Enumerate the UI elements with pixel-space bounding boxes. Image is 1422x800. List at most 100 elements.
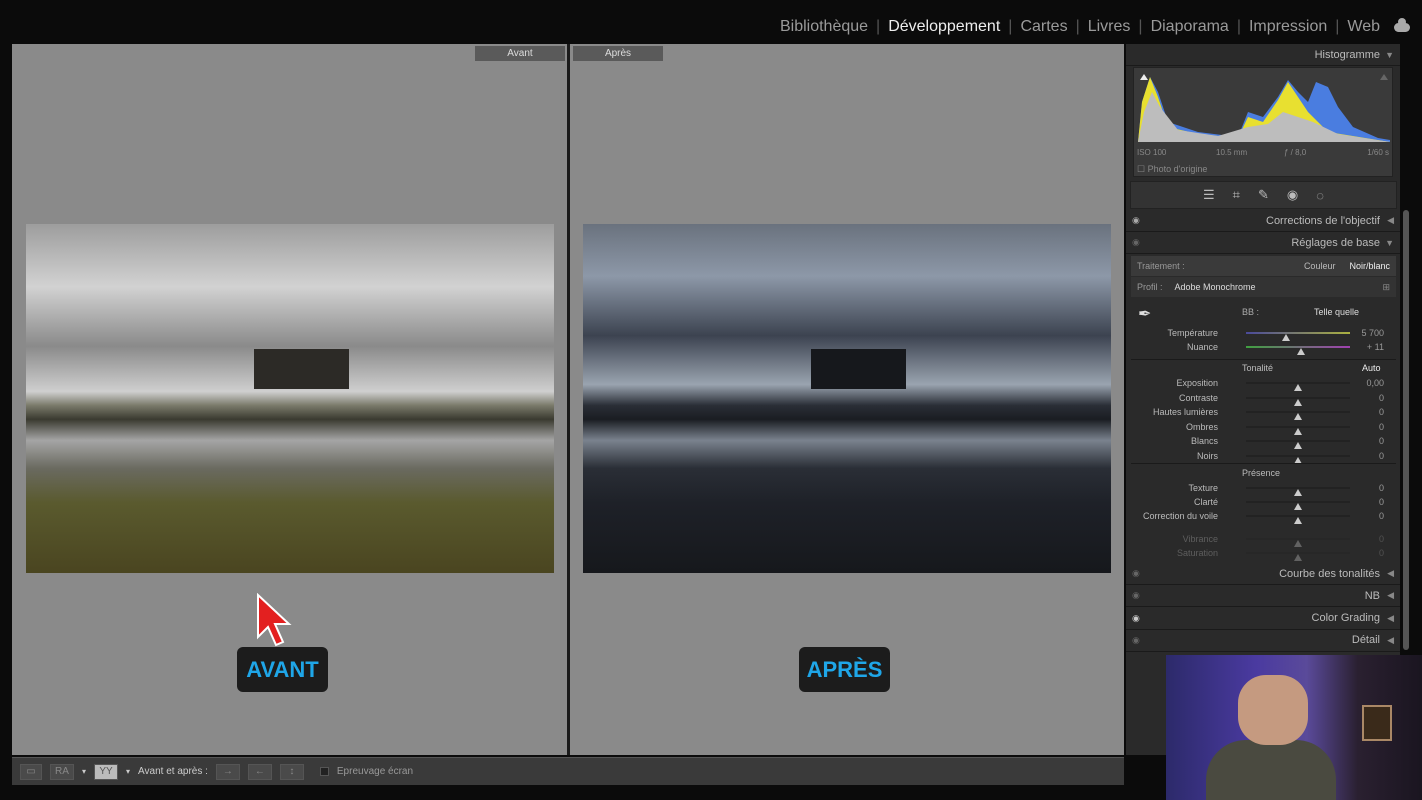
slider-value[interactable]: 0	[1379, 436, 1384, 446]
slider-track[interactable]	[1246, 440, 1350, 449]
slider-value[interactable]: 0	[1379, 497, 1384, 507]
before-after-yy-button[interactable]: YY	[94, 763, 119, 780]
treatment-row: Traitement : Couleur Noir/blanc	[1131, 256, 1396, 276]
module-picker: Bibliothèque | Développement | Cartes | Livres…	[772, 17, 1410, 36]
module-0[interactable]: Bibliothèque	[772, 18, 876, 36]
original-photo-toggle[interactable]: ☐ Photo d'origine	[1137, 164, 1207, 175]
dropdown-icon[interactable]: ▾	[126, 767, 130, 776]
slider-value[interactable]: 0	[1379, 483, 1384, 493]
histogram-chart	[1138, 74, 1390, 142]
slider-label: Contraste	[1178, 392, 1218, 403]
profile-row: Profil : Adobe Monochrome ⊞	[1131, 277, 1396, 297]
expand-icon[interactable]: ◀	[1387, 590, 1394, 601]
copy-after-to-before-button[interactable]: ←	[247, 763, 272, 780]
module-3[interactable]: Livres	[1080, 18, 1139, 36]
slider-value[interactable]: 5 700	[1361, 328, 1384, 338]
slider-value[interactable]: 0	[1379, 393, 1384, 403]
slider-thumb[interactable]	[1297, 348, 1306, 355]
loupe-view-button[interactable]: ▭	[20, 763, 42, 780]
slider-label: Exposition	[1176, 378, 1218, 388]
section-title: NB	[1364, 589, 1380, 602]
slider-value[interactable]: 0	[1379, 451, 1384, 461]
section-title: Courbe des tonalités	[1279, 567, 1380, 580]
collapse-icon[interactable]: ▼	[1385, 238, 1394, 248]
slider-label: Ombres	[1185, 421, 1218, 432]
slider-value[interactable]: + 11	[1367, 342, 1384, 352]
masking-icon[interactable]: ◌	[1316, 188, 1324, 203]
healing-icon[interactable]: ✎	[1258, 187, 1269, 203]
eye-icon[interactable]: ◉	[1132, 635, 1140, 646]
module-5[interactable]: Impression	[1241, 18, 1335, 36]
edit-sliders-icon[interactable]: ☰	[1203, 187, 1215, 203]
profile-browser-grid-icon[interactable]: ⊞	[1382, 282, 1390, 293]
treatment-color-button[interactable]: Couleur	[1304, 261, 1336, 271]
profile-dropdown[interactable]: Adobe Monochrome	[1175, 282, 1256, 292]
treatment-label: Traitement :	[1137, 261, 1185, 271]
slider-track[interactable]	[1246, 396, 1350, 406]
red-eye-icon[interactable]: ◉	[1287, 187, 1298, 203]
slider-value[interactable]: 0,00	[1366, 378, 1384, 388]
panel-scrollbar[interactable]	[1403, 210, 1409, 650]
eye-icon[interactable]: ◉	[1132, 215, 1140, 226]
eye-icon[interactable]: ◉	[1132, 590, 1140, 601]
auto-tone-button[interactable]: Auto	[1362, 363, 1381, 373]
section-title: Réglages de base	[1291, 236, 1380, 249]
slider-track[interactable]	[1246, 501, 1350, 510]
slider-row: Clarté 0	[1131, 495, 1396, 510]
expand-icon[interactable]: ◀	[1387, 215, 1394, 226]
slider-track[interactable]	[1246, 454, 1350, 464]
before-photo[interactable]	[26, 224, 554, 573]
slider-track[interactable]	[1246, 425, 1350, 435]
slider-track[interactable]	[1246, 411, 1350, 420]
section-header[interactable]: ◉ Détail ◀	[1126, 630, 1400, 652]
proof-checkbox[interactable]	[319, 767, 329, 776]
dropdown-icon[interactable]: ▾	[82, 767, 86, 776]
view-divider	[567, 44, 570, 755]
white-balance-eyedropper-icon[interactable]: ✒	[1138, 304, 1151, 324]
slider-value[interactable]: 0	[1379, 407, 1384, 417]
slider-track[interactable]	[1246, 552, 1350, 561]
presenter-face	[1238, 675, 1308, 745]
module-1[interactable]: Développement	[880, 18, 1008, 36]
eye-icon[interactable]: ◉	[1132, 237, 1140, 248]
slider-track[interactable]	[1246, 346, 1350, 355]
module-2[interactable]: Cartes	[1012, 18, 1075, 36]
slider-track[interactable]	[1246, 515, 1350, 524]
wb-dropdown[interactable]: Telle quelle	[1314, 307, 1359, 317]
slider-value[interactable]: 0	[1379, 534, 1384, 544]
section-header[interactable]: ◉ NB ◀	[1126, 585, 1400, 608]
expand-icon[interactable]: ◀	[1387, 613, 1394, 624]
section-header[interactable]: ◉ Courbe des tonalités ◀	[1126, 563, 1400, 585]
after-photo[interactable]	[583, 224, 1111, 573]
eye-icon[interactable]: ◉	[1132, 568, 1140, 579]
lens-corrections-header[interactable]: ◉ Corrections de l'objectif ◀	[1126, 210, 1400, 232]
collapse-icon[interactable]: ▼	[1385, 50, 1394, 60]
slider-row: Hautes lumières 0	[1131, 405, 1396, 420]
module-4[interactable]: Diaporama	[1143, 18, 1237, 36]
eye-icon[interactable]: ◉	[1132, 613, 1140, 624]
swap-button[interactable]: ↕	[279, 763, 304, 780]
slider-value[interactable]: 0	[1379, 548, 1384, 558]
cloud-icon[interactable]	[1394, 17, 1410, 32]
histogram-header[interactable]: Histogramme ▼	[1126, 44, 1400, 66]
basic-header[interactable]: ◉ Réglages de base ▼	[1126, 232, 1400, 254]
slider-thumb[interactable]	[1294, 517, 1302, 524]
crop-icon[interactable]: ⌗	[1233, 187, 1240, 203]
slider-label: Noirs	[1196, 450, 1218, 461]
before-after-ra-button[interactable]: RA	[50, 763, 74, 780]
module-6[interactable]: Web	[1339, 18, 1388, 36]
copy-before-to-after-button[interactable]: →	[215, 763, 240, 780]
section-header[interactable]: ◉ Color Grading ◀	[1126, 608, 1400, 630]
slider-thumb[interactable]	[1294, 554, 1302, 561]
section-title: Détail	[1351, 634, 1380, 647]
slider-track[interactable]	[1246, 382, 1350, 391]
slider-value[interactable]: 0	[1379, 422, 1384, 432]
histogram-title: Histogramme	[1314, 48, 1380, 61]
slider-track[interactable]	[1246, 538, 1350, 547]
treatment-bw-button[interactable]: Noir/blanc	[1349, 261, 1390, 271]
slider-track[interactable]	[1246, 332, 1350, 341]
slider-track[interactable]	[1246, 487, 1350, 496]
expand-icon[interactable]: ◀	[1387, 635, 1394, 646]
slider-value[interactable]: 0	[1379, 511, 1384, 521]
expand-icon[interactable]: ◀	[1387, 568, 1394, 579]
